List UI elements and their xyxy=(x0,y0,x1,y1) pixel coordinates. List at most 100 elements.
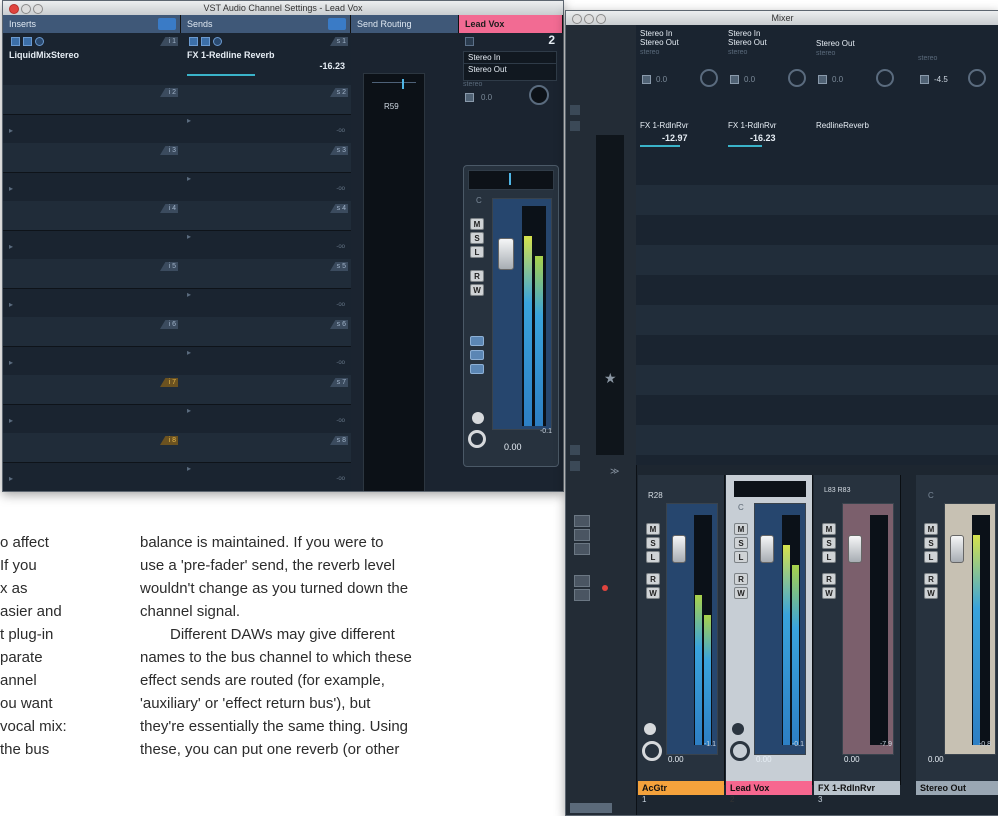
io-routing[interactable]: Stereo In Stereo Out xyxy=(463,51,557,81)
send-routing-header[interactable]: Send Routing xyxy=(351,15,459,33)
phase-icon[interactable] xyxy=(465,93,474,102)
bottom-toolbar-icons[interactable] xyxy=(570,803,612,813)
pan-slider[interactable] xyxy=(468,170,554,190)
insert-slot-4[interactable]: i 4 xyxy=(3,201,181,231)
global-mute-icon[interactable] xyxy=(574,515,590,527)
gain-knob[interactable] xyxy=(700,69,718,87)
input-routing[interactable]: Stereo In xyxy=(640,29,724,38)
toggle-icon[interactable] xyxy=(570,121,580,131)
insert-slot-7[interactable]: i 7 xyxy=(3,375,181,405)
monitor-icon[interactable] xyxy=(644,723,656,735)
volume-fader-handle[interactable] xyxy=(498,238,514,270)
send-slot-1[interactable]: s 1 FX 1-Redline Reverb -16.23 xyxy=(181,33,351,86)
send-destination[interactable]: FX 1-Redline Reverb xyxy=(187,50,275,60)
send-slot[interactable]: ▸ -oo xyxy=(181,172,351,202)
fader-value[interactable]: 0.00 xyxy=(756,755,772,764)
input-routing[interactable]: Stereo In xyxy=(728,29,812,38)
mute-button[interactable]: M xyxy=(470,218,484,230)
output-routing[interactable]: Stereo Out xyxy=(728,38,812,47)
send-slot-6[interactable]: s 6 xyxy=(181,317,351,347)
send-slot-8[interactable]: s 8 xyxy=(181,433,351,463)
bypass-icon[interactable] xyxy=(23,37,32,46)
volume-fader-handle[interactable] xyxy=(848,535,862,563)
send-slot-5[interactable]: s 5 xyxy=(181,259,351,289)
send-slot[interactable]: ▸ -oo xyxy=(181,404,351,434)
inserts-bypass-icon[interactable] xyxy=(158,18,176,30)
send-destination[interactable]: FX 1-RdlnRvr xyxy=(640,121,688,130)
gain-knob[interactable] xyxy=(529,85,549,105)
monitor-icon[interactable] xyxy=(732,723,744,735)
insert-slot[interactable]: ▸ xyxy=(3,172,181,202)
send-level-bar[interactable] xyxy=(640,145,680,147)
output-routing[interactable]: Stereo Out xyxy=(816,39,900,48)
star-icon[interactable]: ★ xyxy=(604,371,617,387)
send-slot[interactable]: ▸ -oo xyxy=(181,230,351,260)
channel-name[interactable]: AcGtr xyxy=(638,781,724,795)
gain-knob[interactable] xyxy=(788,69,806,87)
phase-icon[interactable] xyxy=(730,75,739,84)
pan-value[interactable]: R28 xyxy=(648,491,663,500)
pan-value[interactable]: C xyxy=(928,491,934,500)
insert-slot[interactable]: ▸ xyxy=(3,404,181,434)
channel-name[interactable]: Stereo Out xyxy=(916,781,998,795)
sends-bypass-icon[interactable] xyxy=(328,18,346,30)
send-slot[interactable]: ▸ -oo xyxy=(181,288,351,318)
channel-name[interactable]: Lead Vox xyxy=(726,781,812,795)
record-icon[interactable] xyxy=(642,741,662,761)
insert-slot-5[interactable]: i 5 xyxy=(3,259,181,289)
fader-value[interactable]: 0.00 xyxy=(668,755,684,764)
sends-header[interactable]: Sends xyxy=(181,15,351,33)
phase-icon[interactable] xyxy=(818,75,827,84)
fader-value[interactable]: 0.00 xyxy=(928,755,944,764)
channel-settings-titlebar[interactable]: VST Audio Channel Settings - Lead Vox xyxy=(3,1,563,16)
send-slot-2[interactable]: s 2 xyxy=(181,85,351,115)
global-listen-icon[interactable] xyxy=(574,543,590,555)
monitor-icon[interactable] xyxy=(472,412,484,424)
insert-slot[interactable]: ▸ xyxy=(3,462,181,491)
power-icon[interactable] xyxy=(11,37,20,46)
insert-slot-1[interactable]: i 1 LiquidMixStereo xyxy=(3,33,181,86)
inserts-header[interactable]: Inserts xyxy=(3,15,181,33)
global-write-icon[interactable] xyxy=(574,589,590,601)
fader-value[interactable]: 0.00 xyxy=(844,755,860,764)
phase-icon[interactable] xyxy=(642,75,651,84)
send-slot[interactable]: ▸ -oo xyxy=(181,346,351,376)
mixer-titlebar[interactable]: Mixer xyxy=(566,11,998,26)
insert-slot[interactable]: ▸ xyxy=(3,114,181,144)
send-level-value[interactable]: -16.23 xyxy=(750,133,776,143)
send-level-value[interactable]: -12.97 xyxy=(662,133,688,143)
channel-name-header[interactable]: Lead Vox xyxy=(459,15,563,33)
insert-plugin-name[interactable]: RedlineReverb xyxy=(816,121,869,130)
volume-fader-handle[interactable] xyxy=(672,535,686,563)
global-read-icon[interactable] xyxy=(574,575,590,587)
insert-slot[interactable]: ▸ xyxy=(3,288,181,318)
global-solo-icon[interactable] xyxy=(574,529,590,541)
pan-slider[interactable] xyxy=(734,481,806,497)
insert-plugin-name[interactable]: LiquidMixStereo xyxy=(9,50,79,60)
collapse-icon[interactable]: ≫ xyxy=(610,467,619,477)
insert-slot-2[interactable]: i 2 xyxy=(3,85,181,115)
edit-icon[interactable] xyxy=(35,37,44,46)
solo-button[interactable]: S xyxy=(470,232,484,244)
send-level-bar[interactable] xyxy=(728,145,762,147)
send-slot-4[interactable]: s 4 xyxy=(181,201,351,231)
listen-button[interactable]: L xyxy=(470,246,484,258)
edit-icon[interactable] xyxy=(213,37,222,46)
fader-value[interactable]: 0.00 xyxy=(504,442,522,452)
phase-icon[interactable] xyxy=(920,75,929,84)
insert-slot[interactable]: ▸ xyxy=(3,346,181,376)
send-slot-3[interactable]: s 3 xyxy=(181,143,351,173)
write-button[interactable]: W xyxy=(470,284,484,296)
send-level-value[interactable]: -16.23 xyxy=(319,61,345,71)
insert-slot[interactable]: ▸ xyxy=(3,230,181,260)
output-routing[interactable]: Stereo Out xyxy=(640,38,724,47)
prefader-icon[interactable] xyxy=(201,37,210,46)
volume-fader-handle[interactable] xyxy=(760,535,774,563)
volume-fader-handle[interactable] xyxy=(950,535,964,563)
send-slot[interactable]: ▸ -oo xyxy=(181,114,351,144)
gain-knob[interactable] xyxy=(876,69,894,87)
toggle-icon[interactable] xyxy=(570,461,580,471)
pan-value[interactable]: L83 R83 xyxy=(824,487,850,494)
send-slot-7[interactable]: s 7 xyxy=(181,375,351,405)
sends-state-icon[interactable] xyxy=(470,364,484,374)
